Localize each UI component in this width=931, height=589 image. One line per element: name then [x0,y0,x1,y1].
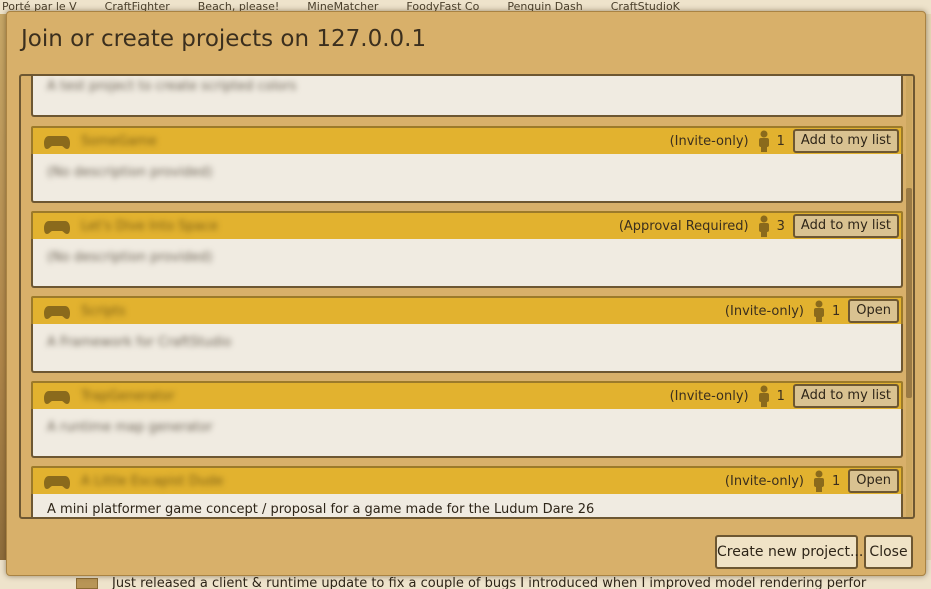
project-description: A runtime map generator [47,420,213,435]
member-icon [813,470,824,492]
project-name: Let's Dive Into Space [81,219,218,234]
project-list-viewport: A test project to create scripted colors… [27,76,903,517]
create-project-button[interactable]: Create new project... [715,535,863,569]
project-header: Scripts (Invite-only) 1 Open [31,296,903,326]
join-projects-dialog: Join or create projects on 127.0.0.1 A t… [6,11,926,576]
gamepad-icon [44,306,70,319]
project-description: (No description provided) [47,165,213,180]
gamepad-icon [44,221,70,234]
project-description: A Framework for CraftStudio [47,335,232,350]
add-to-list-button[interactable]: Add to my list [792,384,899,408]
open-project-button[interactable]: Open [848,469,899,493]
project-description-box: (No description provided) [31,154,903,203]
member-icon [813,300,824,322]
member-count: 3 [776,218,785,234]
member-count: 1 [776,133,785,149]
member-icon [758,385,769,407]
project-description: A mini platformer game concept / proposa… [47,502,595,517]
member-count: 1 [776,388,785,404]
member-icon [758,130,769,152]
project-card: Scripts (Invite-only) 1 Open A Framework… [31,296,903,373]
project-description-box: A test project to create scripted colors [31,76,903,117]
access-label: (Invite-only) [669,133,749,149]
project-header: SomeGame (Invite-only) 1 Add to my list [31,126,903,156]
project-card: TrapGenerator (Invite-only) 1 Add to my … [31,381,903,458]
project-description-box: A runtime map generator [31,409,903,458]
dialog-title: Join or create projects on 127.0.0.1 [21,26,427,52]
project-header: A Little Escapist Dude (Invite-only) 1 O… [31,466,903,496]
gamepad-icon [44,136,70,149]
add-to-list-button[interactable]: Add to my list [792,214,899,238]
member-count: 1 [831,473,841,489]
project-list[interactable]: A test project to create scripted colors… [19,74,915,519]
access-label: (Invite-only) [669,388,749,404]
project-meta: (Invite-only) 1 Add to my list [670,129,899,153]
project-card: A Little Escapist Dude (Invite-only) 1 O… [31,466,903,517]
list-scrollbar-thumb[interactable] [906,188,912,398]
add-to-list-button[interactable]: Add to my list [792,129,899,153]
gamepad-icon [44,476,70,489]
project-header: Let's Dive Into Space (Approval Required… [31,211,903,241]
project-card: Let's Dive Into Space (Approval Required… [31,211,903,288]
background-news-text: Just released a client & runtime update … [112,576,867,589]
project-meta: (Approval Required) 3 Add to my list [619,214,899,238]
project-description: A test project to create scripted colors [47,79,297,94]
project-card: A test project to create scripted colors [31,76,903,117]
background-news-marker [76,578,98,589]
access-label: (Invite-only) [724,303,804,319]
project-name: SomeGame [81,134,157,149]
access-label: (Approval Required) [618,218,749,234]
project-header: TrapGenerator (Invite-only) 1 Add to my … [31,381,903,411]
access-label: (Invite-only) [724,473,804,489]
member-icon [758,215,769,237]
project-name: Scripts [81,304,126,319]
project-name: TrapGenerator [81,389,175,404]
project-description: (No description provided) [47,250,213,265]
project-name: A Little Escapist Dude [81,474,224,489]
project-description-box: A mini platformer game concept / proposa… [31,494,903,517]
close-button[interactable]: Close [864,535,913,569]
project-card: SomeGame (Invite-only) 1 Add to my list … [31,126,903,203]
project-description-box: (No description provided) [31,239,903,288]
gamepad-icon [44,391,70,404]
project-meta: (Invite-only) 1 Open [725,469,899,493]
open-project-button[interactable]: Open [848,299,899,323]
project-description-box: A Framework for CraftStudio [31,324,903,373]
project-meta: (Invite-only) 1 Add to my list [670,384,899,408]
member-count: 1 [831,303,841,319]
project-meta: (Invite-only) 1 Open [725,299,899,323]
